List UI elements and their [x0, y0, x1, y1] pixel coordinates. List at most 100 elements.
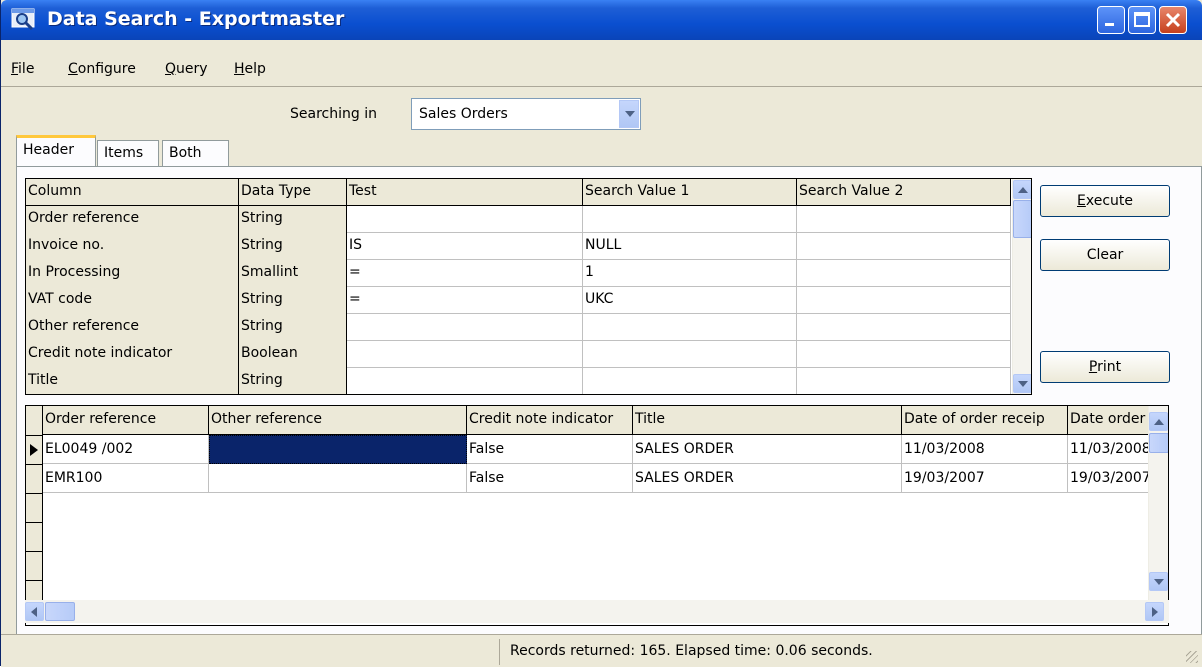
credit-note-cell[interactable]: False [467, 435, 633, 464]
results-horizontal-scrollbar[interactable] [25, 600, 1169, 623]
criteria-row[interactable]: Other reference String [26, 314, 1011, 341]
scroll-up-icon[interactable] [1149, 412, 1168, 431]
criteria-test[interactable] [347, 341, 583, 368]
window-title: Data Search - Exportmaster [47, 8, 345, 30]
clear-button[interactable]: Clear [1040, 239, 1170, 271]
criteria-value1[interactable] [583, 314, 797, 341]
other-reference-cell[interactable] [209, 464, 467, 493]
criteria-value2[interactable] [797, 233, 1011, 260]
criteria-value2[interactable] [797, 260, 1011, 287]
criteria-value2[interactable] [797, 314, 1011, 341]
criteria-grid[interactable]: Column Data Type Test Search Value 1 Sea… [25, 178, 1032, 395]
order-reference-cell[interactable]: EMR100 [43, 464, 209, 493]
minimize-button[interactable] [1097, 6, 1125, 34]
criteria-data-type: String [239, 368, 347, 394]
searching-in-dropdown[interactable]: Sales Orders [411, 98, 641, 130]
criteria-test[interactable] [347, 314, 583, 341]
criteria-value1[interactable]: UKC [583, 287, 797, 314]
date-receipt-cell[interactable]: 11/03/2008 [902, 435, 1068, 464]
criteria-col-value1[interactable]: Search Value 1 [583, 179, 797, 206]
scroll-up-icon[interactable] [1013, 180, 1031, 199]
execute-button[interactable]: Execute [1040, 185, 1170, 217]
row-selector-divider [26, 464, 43, 465]
tab-items[interactable]: Items [97, 140, 159, 166]
scroll-left-icon[interactable] [25, 602, 44, 621]
row-selector-divider [26, 551, 43, 552]
criteria-column-name: VAT code [26, 287, 239, 314]
criteria-col-value2[interactable]: Search Value 2 [797, 179, 1011, 206]
criteria-row[interactable]: Invoice no. String IS NULL [26, 233, 1011, 260]
criteria-data-type: String [239, 233, 347, 260]
criteria-col-test[interactable]: Test [347, 179, 583, 206]
scroll-down-icon[interactable] [1149, 572, 1168, 591]
menu-file-accel: F [11, 61, 19, 77]
criteria-test[interactable] [347, 206, 583, 233]
resize-grip-icon[interactable] [1186, 651, 1198, 663]
menu-query-accel: Q [165, 61, 177, 77]
results-col-other-reference[interactable]: Other reference [209, 406, 467, 435]
criteria-row[interactable]: In Processing Smallint = 1 [26, 260, 1011, 287]
tab-both[interactable]: Both [162, 140, 229, 166]
criteria-data-type: Boolean [239, 341, 347, 368]
criteria-value2[interactable] [797, 287, 1011, 314]
criteria-value1[interactable] [583, 206, 797, 233]
criteria-test[interactable]: = [347, 260, 583, 287]
criteria-test[interactable]: IS [347, 233, 583, 260]
order-reference-cell[interactable]: EL0049 /002 [43, 435, 209, 464]
menu-query-label: uery [176, 61, 208, 77]
criteria-test[interactable]: = [347, 287, 583, 314]
results-grid[interactable]: Order reference Other reference Credit n… [25, 405, 1169, 626]
criteria-value2[interactable] [797, 341, 1011, 368]
table-row[interactable]: EL0049 /002 False SALES ORDER 11/03/2008… [43, 435, 1165, 464]
results-col-order-reference[interactable]: Order reference [43, 406, 209, 435]
tab-both-label: Both [169, 145, 202, 161]
menu-help[interactable]: Help [234, 61, 266, 77]
criteria-value1[interactable] [583, 368, 797, 394]
criteria-col-datatype[interactable]: Data Type [239, 179, 347, 206]
close-button[interactable] [1159, 6, 1187, 34]
results-col-date-receipt[interactable]: Date of order receip [902, 406, 1068, 435]
title-bar[interactable]: Data Search - Exportmaster [1, 0, 1202, 40]
tab-header[interactable]: Header [16, 135, 96, 166]
criteria-column-name: Invoice no. [26, 233, 239, 260]
results-col-title[interactable]: Title [633, 406, 902, 435]
results-scroll-thumb[interactable] [1149, 433, 1168, 453]
menu-configure-accel: C [68, 61, 78, 77]
criteria-vertical-scrollbar[interactable] [1012, 179, 1031, 394]
print-button[interactable]: Print [1040, 351, 1170, 383]
results-hscroll-thumb[interactable] [45, 602, 75, 621]
maximize-button[interactable] [1128, 6, 1156, 34]
title-cell[interactable]: SALES ORDER [633, 435, 902, 464]
print-label: rint [1097, 359, 1122, 375]
date-receipt-cell[interactable]: 19/03/2007 [902, 464, 1068, 493]
criteria-row[interactable]: Title String [26, 368, 1011, 394]
criteria-value1[interactable]: 1 [583, 260, 797, 287]
scroll-down-icon[interactable] [1013, 374, 1031, 393]
menu-configure[interactable]: Configure [68, 61, 136, 77]
criteria-row[interactable]: Order reference String [26, 206, 1011, 233]
criteria-col-column[interactable]: Column [26, 179, 239, 206]
criteria-value2[interactable] [797, 206, 1011, 233]
status-text: Records returned: 165. Elapsed time: 0.0… [510, 643, 873, 659]
menu-file[interactable]: File [11, 61, 34, 77]
results-col-credit-note[interactable]: Credit note indicator [467, 406, 633, 435]
criteria-test[interactable] [347, 368, 583, 394]
maximize-icon [1134, 12, 1150, 27]
criteria-row[interactable]: VAT code String = UKC [26, 287, 1011, 314]
searching-in-value: Sales Orders [419, 106, 508, 122]
criteria-row[interactable]: Credit note indicator Boolean [26, 341, 1011, 368]
chevron-down-icon[interactable] [619, 100, 639, 128]
other-reference-cell[interactable] [209, 435, 467, 464]
table-row[interactable]: EMR100 False SALES ORDER 19/03/2007 19/0… [43, 464, 1165, 493]
credit-note-cell[interactable]: False [467, 464, 633, 493]
criteria-value1[interactable]: NULL [583, 233, 797, 260]
criteria-scroll-thumb[interactable] [1013, 200, 1031, 238]
scroll-right-icon[interactable] [1145, 602, 1164, 621]
menu-help-accel: H [234, 61, 245, 77]
criteria-value2[interactable] [797, 368, 1011, 394]
menu-query[interactable]: Query [165, 61, 208, 77]
results-vertical-scrollbar[interactable] [1148, 406, 1168, 600]
menu-bar: File Configure Query Help [1, 58, 1202, 84]
criteria-value1[interactable] [583, 341, 797, 368]
title-cell[interactable]: SALES ORDER [633, 464, 902, 493]
